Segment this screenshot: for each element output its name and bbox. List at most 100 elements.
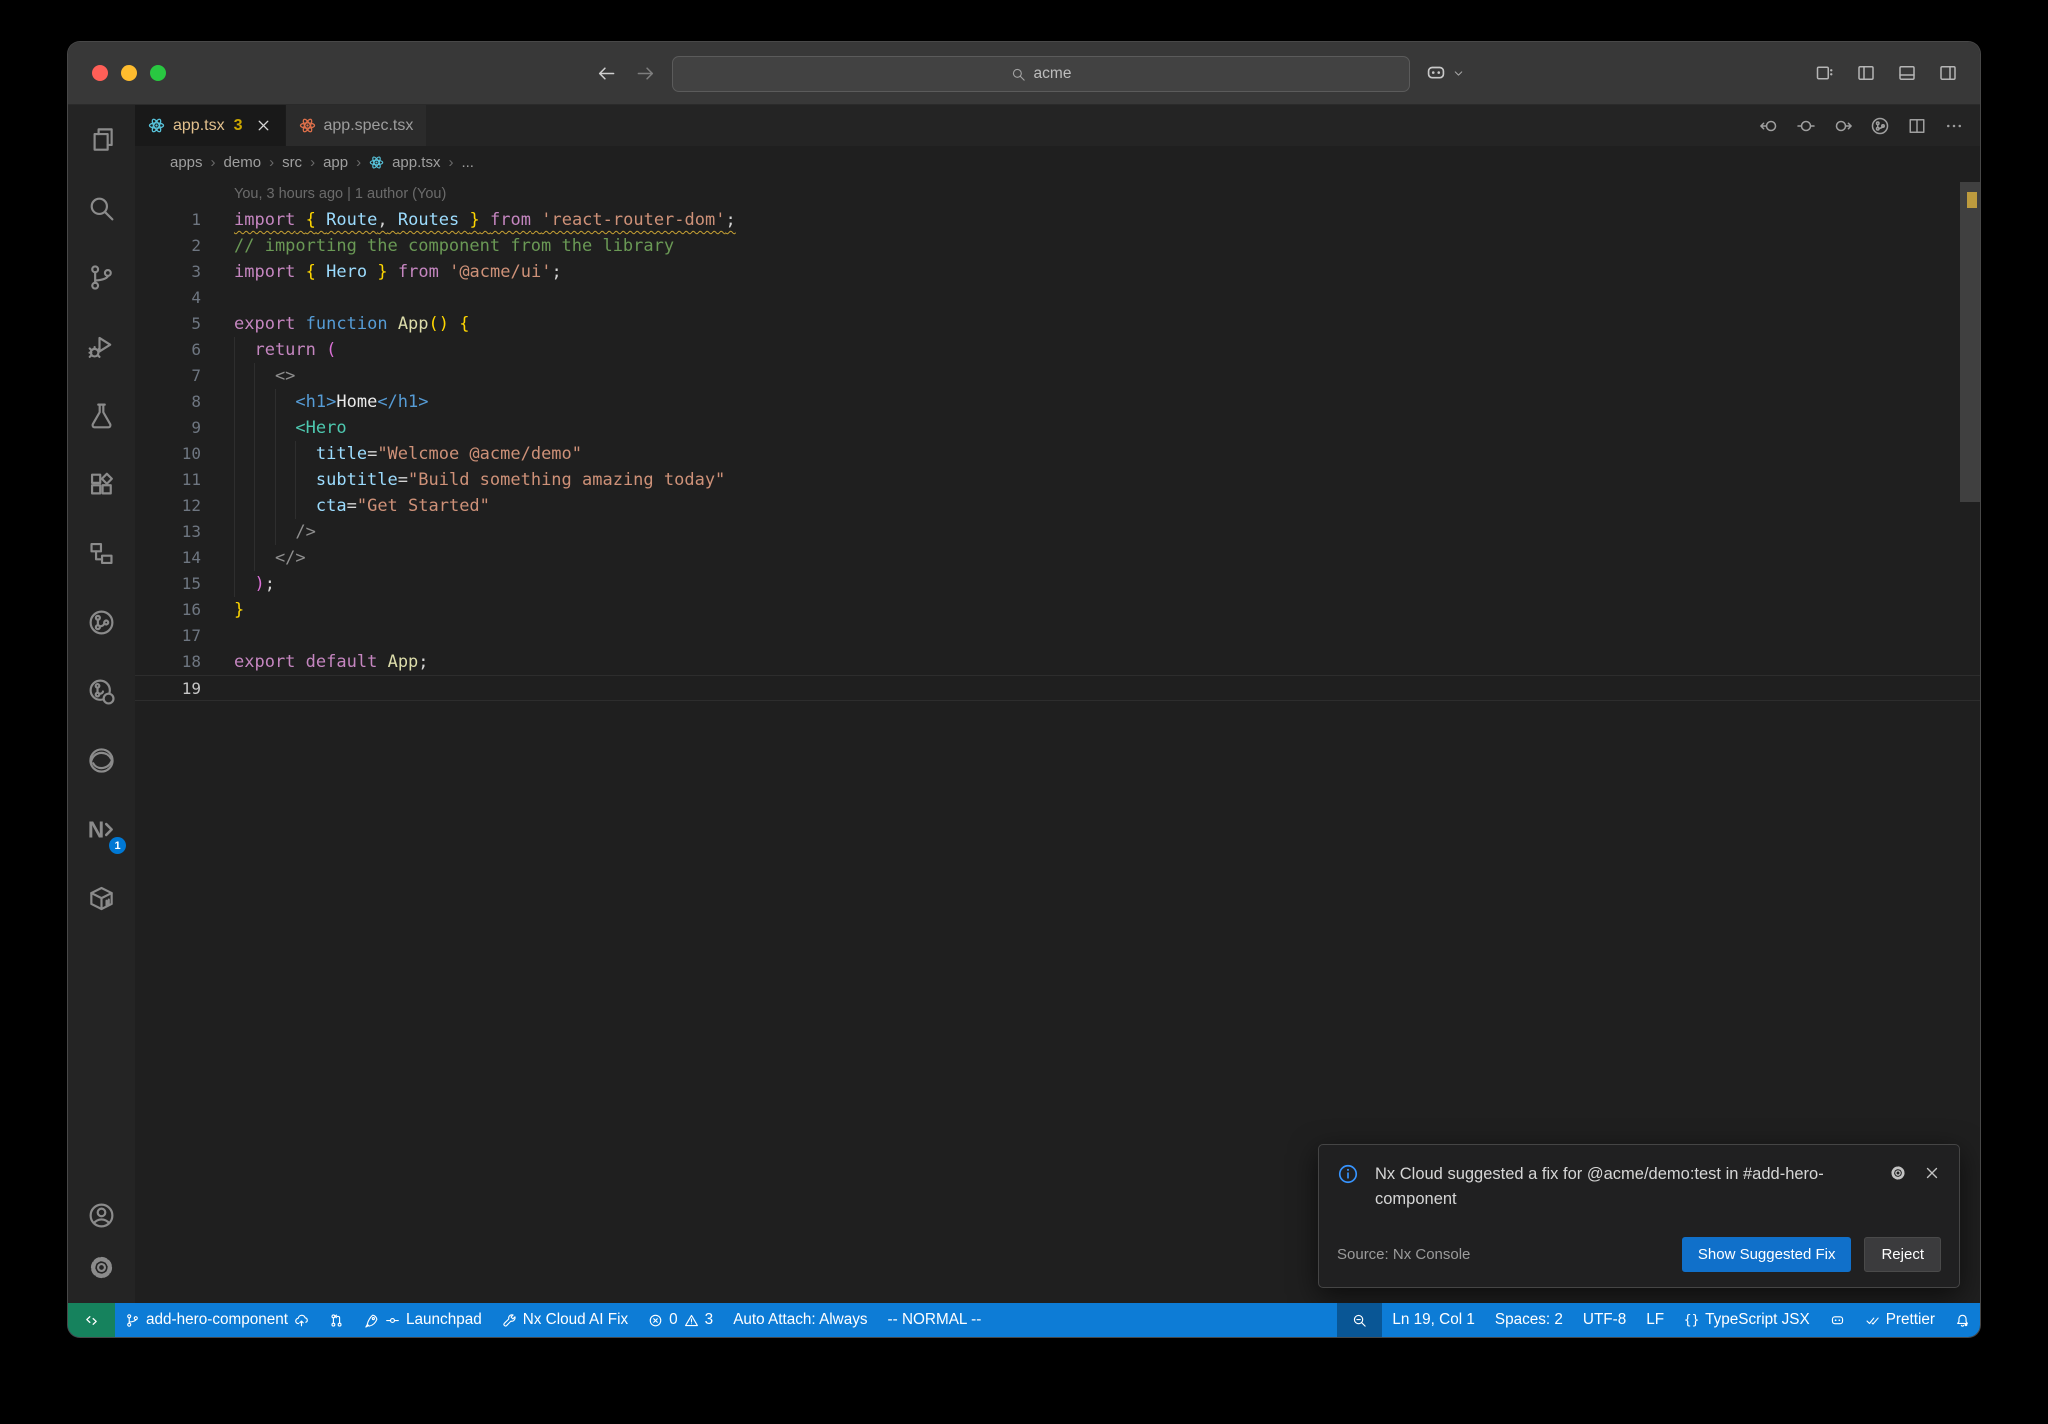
scrollbar-thumb[interactable] xyxy=(1960,182,1980,502)
layout-controls xyxy=(1815,42,1958,104)
activity-item-type-hierarchy[interactable] xyxy=(68,519,135,588)
zoom-window-button[interactable] xyxy=(150,65,166,81)
editor-scrollbar[interactable] xyxy=(1960,179,1980,1303)
breadcrumb-separator: › xyxy=(356,154,362,171)
code-line-13[interactable]: 13 /> xyxy=(135,519,1980,545)
code-line-7[interactable]: 7 <> xyxy=(135,363,1980,389)
notification-gear-icon[interactable] xyxy=(1889,1164,1907,1182)
line-number: 18 xyxy=(181,652,201,671)
status-remote[interactable] xyxy=(68,1303,115,1337)
code-line-16[interactable]: 16} xyxy=(135,597,1980,623)
close-window-button[interactable] xyxy=(92,65,108,81)
activity-item-explorer[interactable] xyxy=(68,105,135,174)
sidebar-right-icon[interactable] xyxy=(1938,63,1958,83)
activity-item-testing[interactable] xyxy=(68,381,135,450)
react-icon xyxy=(148,117,165,134)
code-line-10[interactable]: 10 title="Welcmoe @acme/demo" xyxy=(135,441,1980,467)
remote-icon xyxy=(84,1313,99,1328)
status-encoding[interactable]: UTF-8 xyxy=(1573,1303,1636,1337)
code-line-1[interactable]: 1 import { Route, Routes } from 'react-ro… xyxy=(135,207,1980,233)
tab-app-tsx[interactable]: app.tsx 3 xyxy=(135,105,285,146)
code-editor[interactable]: You, 3 hours ago | 1 author (You) 1 import… xyxy=(135,179,1980,1303)
activity-item-gitlens-inspect[interactable] xyxy=(68,657,135,726)
breadcrumb-item-demo[interactable]: demo xyxy=(224,154,262,171)
forward-arrow-icon[interactable] xyxy=(635,63,656,84)
line-number: 12 xyxy=(181,496,201,515)
code-line-17[interactable]: 17 xyxy=(135,623,1980,649)
code-line-6[interactable]: 6 return ( xyxy=(135,337,1980,363)
activity-item-extensions[interactable] xyxy=(68,450,135,519)
code-line-15[interactable]: 15 ); xyxy=(135,571,1980,597)
tab-close-icon[interactable] xyxy=(255,117,272,134)
code-line-18[interactable]: 18 export default App; xyxy=(135,649,1980,675)
code-line-8[interactable]: 8 <h1>Home</h1> xyxy=(135,389,1980,415)
activity-item-source-control[interactable] xyxy=(68,243,135,312)
graph-icon[interactable] xyxy=(1870,116,1890,136)
code-line-5[interactable]: 5 export function App() { xyxy=(135,311,1980,337)
activity-item-run-and-debug[interactable] xyxy=(68,312,135,381)
code-line-2[interactable]: 2// importing the component from the lib… xyxy=(135,233,1980,259)
reject-button[interactable]: Reject xyxy=(1864,1237,1941,1272)
status-notifications[interactable] xyxy=(1945,1303,1980,1337)
notification-close-icon[interactable] xyxy=(1923,1164,1941,1182)
status-cursor-position[interactable]: Ln 19, Col 1 xyxy=(1382,1303,1485,1337)
more-icon[interactable] xyxy=(1944,116,1964,136)
search-icon xyxy=(87,194,116,223)
breadcrumb-item-app[interactable]: app xyxy=(323,154,348,171)
activity-item-search[interactable] xyxy=(68,174,135,243)
status-nx-cloud-ai-fix[interactable]: Nx Cloud AI Fix xyxy=(492,1303,638,1337)
code-line-12[interactable]: 12 cta="Get Started" xyxy=(135,493,1980,519)
command-center-search[interactable]: acme xyxy=(672,56,1410,92)
status-text: Prettier xyxy=(1885,1311,1935,1328)
rocket-icon xyxy=(364,1313,379,1328)
copilot-menu[interactable] xyxy=(1425,42,1465,104)
code-line-9[interactable]: 9 <Hero xyxy=(135,415,1980,441)
activity-item-edge-devtools[interactable] xyxy=(68,726,135,795)
status-problems[interactable]: 03 xyxy=(638,1303,723,1337)
status-language-mode[interactable]: {} TypeScript JSX xyxy=(1674,1303,1820,1337)
show-suggested-fix-button[interactable]: Show Suggested Fix xyxy=(1681,1237,1852,1272)
status-auto-attach[interactable]: Auto Attach: Always xyxy=(723,1303,877,1337)
sidebar-left-icon[interactable] xyxy=(1856,63,1876,83)
copilot-icon xyxy=(1425,62,1447,84)
minimize-window-button[interactable] xyxy=(121,65,137,81)
cube-icon xyxy=(87,884,116,913)
info-icon xyxy=(1337,1163,1359,1185)
activity-badge: 1 xyxy=(109,837,126,854)
tab-app-spec-tsx[interactable]: app.spec.tsx xyxy=(284,105,427,146)
activity-item-gitlens[interactable] xyxy=(68,588,135,657)
status-indentation[interactable]: Spaces: 2 xyxy=(1485,1303,1573,1337)
breadcrumb-item-apps[interactable]: apps xyxy=(170,154,203,171)
breadcrumb: apps › demo › src › app › app.tsx ›... xyxy=(135,146,1980,179)
status-launchpad[interactable]: Launchpad xyxy=(354,1303,492,1337)
status-eol[interactable]: LF xyxy=(1636,1303,1674,1337)
status-zoom-level[interactable] xyxy=(1337,1303,1383,1337)
nav-back-icon[interactable] xyxy=(1759,116,1779,136)
breadcrumb-item-src[interactable]: src xyxy=(282,154,302,171)
back-arrow-icon[interactable] xyxy=(596,63,617,84)
status-text: Spaces: 2 xyxy=(1494,1311,1563,1328)
breadcrumb-tail[interactable]: ... xyxy=(461,154,474,171)
code-line-3[interactable]: 3 import { Hero } from '@acme/ui'; xyxy=(135,259,1980,285)
react-icon xyxy=(369,155,384,170)
panel-icon[interactable] xyxy=(1897,63,1917,83)
code-line-19[interactable]: 19 xyxy=(135,675,1980,701)
status-git-branch[interactable]: add-hero-component xyxy=(115,1303,319,1337)
split-icon[interactable] xyxy=(1907,116,1927,136)
layout-icon[interactable] xyxy=(1815,63,1835,83)
activity-item-nx-console[interactable]: N1 xyxy=(68,795,135,864)
activity-item-containers[interactable] xyxy=(68,864,135,933)
code-line-14[interactable]: 14 </> xyxy=(135,545,1980,571)
activity-item-settings[interactable] xyxy=(68,1241,135,1293)
status-prettier[interactable]: Prettier xyxy=(1855,1303,1945,1337)
nav-forward-icon[interactable] xyxy=(1833,116,1853,136)
activity-item-accounts[interactable] xyxy=(68,1189,135,1241)
code-line-4[interactable]: 4 xyxy=(135,285,1980,311)
git-branch-icon xyxy=(125,1313,140,1328)
status-copilot[interactable] xyxy=(1820,1303,1855,1337)
status-vim-mode[interactable]: -- NORMAL -- xyxy=(878,1303,992,1337)
breadcrumb-file[interactable]: app.tsx xyxy=(392,154,440,171)
status-git-compare[interactable] xyxy=(319,1303,354,1337)
code-line-11[interactable]: 11 subtitle="Build something amazing tod… xyxy=(135,467,1980,493)
nav-dot-icon[interactable] xyxy=(1796,116,1816,136)
